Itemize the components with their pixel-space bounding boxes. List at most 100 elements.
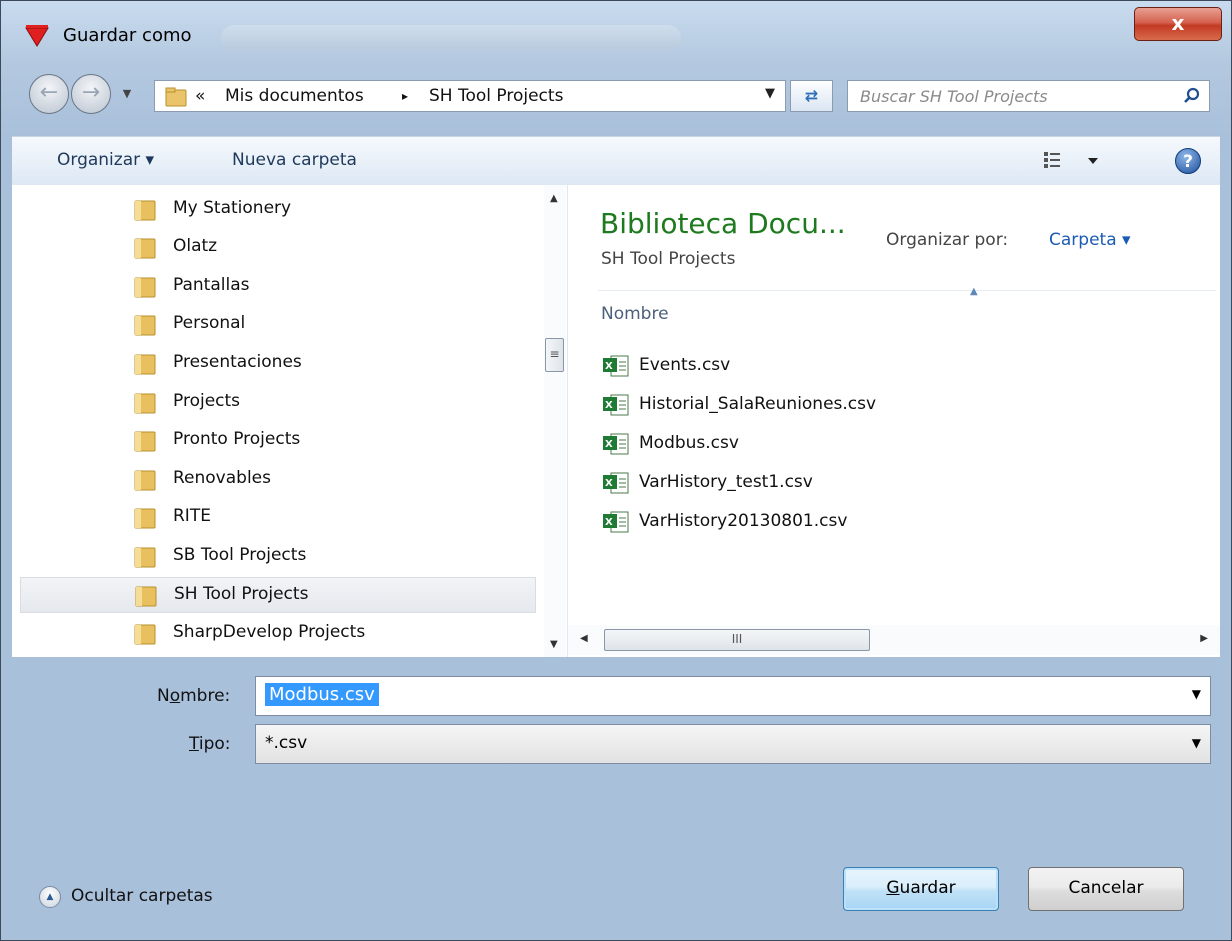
tree-item-renovables[interactable]: Renovables [20,462,536,498]
chevron-down-icon[interactable]: ▼ [1192,736,1201,750]
file-name: VarHistory_test1.csv [639,472,813,492]
close-button[interactable]: x [1134,7,1222,41]
file-name-label: Nombre: [157,686,230,706]
folder-icon [134,431,156,452]
tree-item-sb-tool-projects[interactable]: SB Tool Projects [20,539,536,575]
header-divider [598,290,1216,291]
hide-folders-label: Ocultar carpetas [71,886,213,906]
excel-csv-icon: X [603,511,629,533]
folder-icon [134,238,156,259]
chevron-up-icon: ▲ [39,886,61,908]
change-view-button[interactable] [1044,149,1104,176]
cancel-button[interactable]: Cancelar [1028,867,1184,911]
breadcrumb-sh-tool-projects[interactable]: SH Tool Projects [429,86,563,106]
tree-item-label: Presentaciones [173,352,302,372]
tree-vertical-scrollbar[interactable]: ▲ ≡ ▼ [544,185,566,657]
label-part: uardar [899,878,956,898]
scrollbar-thumb[interactable]: III [604,629,870,651]
help-icon[interactable]: ? [1175,148,1201,174]
view-options-icon [1044,152,1098,168]
folder-icon [134,508,156,529]
forward-button[interactable]: → [71,74,111,114]
back-button[interactable]: ← [29,74,69,114]
tree-item-projects[interactable]: Projects [20,385,536,421]
arrange-by-dropdown[interactable]: Carpeta ▾ [1049,230,1131,250]
chevron-down-icon[interactable]: ▼ [765,86,775,101]
tree-item-sharpdevelop-projects[interactable]: SharpDevelop Projects [20,616,536,652]
arrow-left-icon: ← [39,80,59,105]
label-part: N [157,686,170,706]
tree-item-label: My Stationery [173,198,292,218]
tree-item-label: Personal [173,313,246,333]
scroll-up-icon[interactable]: ▲ [550,193,558,204]
tree-item-my-stationery[interactable]: My Stationery [20,192,536,228]
tree-item-presentaciones[interactable]: Presentaciones [20,346,536,382]
tree-item-label: Pantallas [173,275,250,295]
tree-item-rite[interactable]: RITE [20,500,536,536]
library-subtitle: SH Tool Projects [601,249,736,269]
arrange-by-label: Organizar por: [886,230,1009,250]
refresh-icon: ⇄ [804,86,819,105]
column-header-name[interactable]: Nombre [601,304,669,324]
file-list-pane: Biblioteca Docu... SH Tool Projects Orga… [568,185,1220,657]
files-horizontal-scrollbar[interactable]: ◀ III ▶ [568,625,1220,655]
window-title: Guardar como [63,25,192,46]
tree-item-label: RITE [173,506,211,526]
arrow-right-icon: → [81,80,101,105]
folder-tree: My Stationery Olatz Pantallas Personal P… [12,185,568,657]
folder-icon [135,586,157,607]
scroll-down-icon[interactable]: ▼ [550,639,558,650]
scroll-left-icon[interactable]: ◀ [580,633,588,644]
tree-item-pantallas[interactable]: Pantallas [20,269,536,305]
tree-item-sh-tool-projects[interactable]: SH Tool Projects [20,577,536,613]
address-bar[interactable]: « Mis documentos ▸ SH Tool Projects ▼ [154,80,786,112]
excel-csv-icon: X [603,433,629,455]
file-type-select[interactable]: *.csv ▼ [255,724,1211,764]
folder-icon [134,470,156,491]
excel-csv-icon: X [603,355,629,377]
tree-item-olatz[interactable]: Olatz [20,230,536,266]
tree-item-label: Projects [173,391,241,411]
library-title: Biblioteca Docu... [600,207,846,240]
svg-text:X: X [605,400,613,411]
scroll-right-icon[interactable]: ▶ [1200,633,1208,644]
tree-item-label: Renovables [173,468,271,488]
tree-item-personal[interactable]: Personal [20,307,536,343]
tree-item-pronto-projects[interactable]: Pronto Projects [20,423,536,459]
app-logo-icon [25,25,49,47]
address-prefix[interactable]: « [195,86,205,106]
tree-item-label: SB Tool Projects [173,545,307,565]
command-bar: Organizar ▾ Nueva carpeta ? [12,136,1220,186]
breadcrumb-mis-documentos[interactable]: Mis documentos [225,86,364,106]
label-accesskey: G [886,878,900,898]
folder-icon [165,87,187,107]
search-input[interactable]: Buscar SH Tool Projects [847,80,1210,112]
tree-item-label: Pronto Projects [173,429,301,449]
svg-text:X: X [605,361,613,372]
file-name-value[interactable]: Modbus.csv [265,683,379,706]
folder-icon [134,624,156,645]
title-bar: Guardar como x [1,1,1231,67]
svg-text:X: X [605,478,613,489]
file-name: Modbus.csv [639,433,739,453]
file-type-label: Tipo: [189,734,231,754]
new-folder-button[interactable]: Nueva carpeta [232,150,357,170]
recent-locations-dropdown[interactable]: ▼ [119,83,135,105]
save-button[interactable]: Guardar [843,867,999,911]
folder-icon [134,277,156,298]
refresh-button[interactable]: ⇄ [790,80,833,112]
save-as-dialog: Guardar como x ← → ▼ « Mis documentos ▸ … [0,0,1232,941]
file-type-value: *.csv [265,733,308,753]
quick-access-toolbar [221,25,681,51]
breadcrumb-separator[interactable]: ▸ [402,89,408,103]
folder-icon [134,315,156,336]
scrollbar-thumb[interactable]: ≡ [545,338,564,372]
label-accesskey: o [169,686,181,706]
chevron-down-icon[interactable]: ▼ [1192,687,1201,701]
file-name-input[interactable]: Modbus.csv ▼ [255,676,1211,716]
folder-icon [134,547,156,568]
folder-icon [134,200,156,221]
svg-text:X: X [605,439,613,450]
organize-button[interactable]: Organizar ▾ [57,150,154,170]
search-icon[interactable] [1183,87,1201,105]
